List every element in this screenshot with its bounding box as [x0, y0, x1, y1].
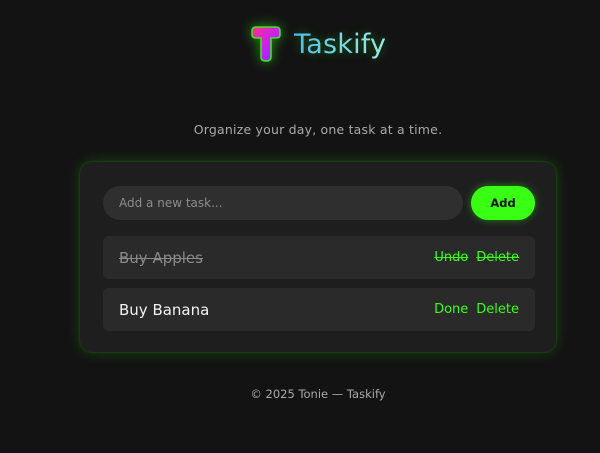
task-card: Add Buy Apples Undo Delete Buy Banana Do…	[80, 162, 556, 352]
task-actions: Done Delete	[434, 302, 519, 317]
delete-task-button[interactable]: Delete	[476, 250, 519, 265]
delete-task-button[interactable]: Delete	[476, 302, 519, 317]
add-task-button[interactable]: Add	[471, 186, 535, 220]
done-task-button[interactable]: Done	[434, 302, 468, 317]
app-title: Taskify	[294, 28, 387, 60]
tagline: Organize your day, one task at a time.	[193, 122, 443, 137]
task-actions: Undo Delete	[434, 250, 519, 265]
new-task-row: Add	[103, 186, 535, 220]
task-text: Buy Banana	[119, 300, 210, 319]
task-row: Buy Banana Done Delete	[103, 288, 535, 331]
task-text: Buy Apples	[119, 248, 203, 267]
brand: Taskify	[248, 24, 386, 64]
new-task-input[interactable]	[103, 186, 463, 220]
undo-task-button[interactable]: Undo	[434, 250, 468, 265]
task-list: Buy Apples Undo Delete Buy Banana Done D…	[103, 236, 535, 340]
task-row: Buy Apples Undo Delete	[103, 236, 535, 279]
footer: © 2025 Tonie — Taskify	[250, 387, 386, 401]
t-logo-icon	[251, 26, 281, 62]
